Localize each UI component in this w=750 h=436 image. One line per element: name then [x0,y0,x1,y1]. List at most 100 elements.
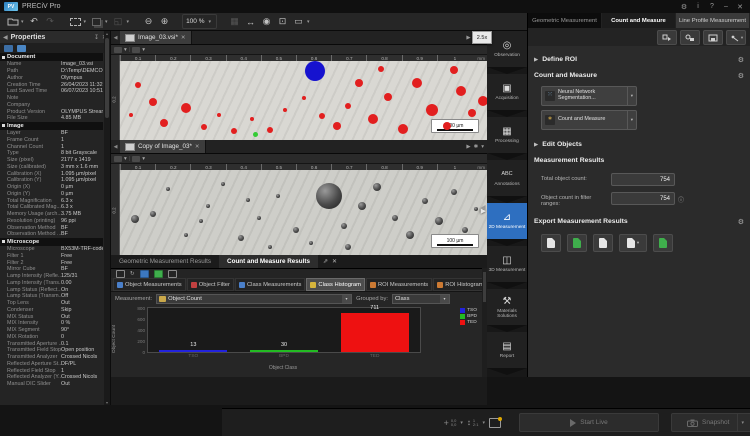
close-button[interactable]: ✕ [733,1,747,12]
viewer1-tab[interactable]: Image_03.vsi* ✕ [120,31,192,44]
open-in-excel-button[interactable] [653,234,673,252]
side-tab-annotations[interactable]: ABCAnnotations [487,160,527,196]
neural-network-segmentation-button[interactable]: ⁙ Neural Network Segmentation... ▾ [541,86,637,106]
properties-scrollbar[interactable]: ▴ ▾ [104,31,110,405]
display-chevron-icon[interactable]: ▾ [307,19,310,25]
transform-tool-button[interactable]: ◱ [111,15,126,29]
export-table-icon[interactable] [140,270,149,278]
start-live-button[interactable]: Start Live [519,413,659,432]
dropdown-arrow-icon[interactable]: ▾ [342,295,351,303]
actual-size-button[interactable]: ◉ [259,15,274,29]
options-chevron-icon[interactable]: ▾ [741,35,743,41]
viewer-tools-icon[interactable]: ✱ [474,144,479,150]
position-chevron-icon[interactable]: ▾ [460,420,463,426]
zoom-level-select[interactable]: 100 % ▾ [182,14,217,29]
pin-icon[interactable]: ↧ [94,34,99,41]
count-measure-gear-icon[interactable]: ⚙ [738,72,744,80]
edit-objects-section[interactable]: ▶ Edit Objects [534,138,744,151]
export-options-button[interactable]: ▾ [619,234,647,252]
open-chevron-icon[interactable]: ▾ [21,19,24,25]
cursor-position-control[interactable]: + 0,0 0,0 [444,418,457,428]
display-settings-button[interactable]: ▭ [291,15,306,29]
select-all-icon[interactable] [116,270,125,278]
expand-icon[interactable]: ▶ [534,142,538,148]
property-section-header[interactable]: Document [0,53,103,61]
subtab-roi-measurements[interactable]: ROI Measurements [366,278,432,291]
undo-button[interactable]: ↶ [27,15,42,29]
tab-geometric-measurement[interactable]: Geometric Measurement [528,13,602,28]
overlay-icon[interactable] [132,47,140,53]
nn-chevron-icon[interactable]: ▾ [627,87,633,105]
tab-line-profile-measurement[interactable]: Line Profile Measurement [676,13,750,28]
subtab-object-filter[interactable]: Object Filter [187,278,234,291]
share-results-button[interactable] [657,30,677,45]
close-results-icon[interactable]: ✕ [332,258,337,265]
snapshot-button[interactable]: Snapshot ▾ [671,413,750,432]
copy-results-icon[interactable] [168,270,177,278]
tab-scroll-left-icon[interactable]: ◀ [111,140,120,153]
subtab-roi-histogram[interactable]: ROI Histogram [433,278,487,291]
subtab-class-measurements[interactable]: Class Measurements [235,278,305,291]
export-to-excel-button[interactable] [567,234,587,252]
open-button[interactable] [5,15,20,29]
viewer-menu-icon[interactable]: ▾ [481,144,484,150]
properties-view-icon[interactable] [4,45,13,52]
zoom-out-button[interactable]: ⊖ [141,15,156,29]
help-icon[interactable]: ? [705,1,719,12]
subtab-object-measurements[interactable]: Object Measurements [113,278,186,291]
property-section-header[interactable]: Microscope [0,238,103,246]
side-tab-observation[interactable]: ◎Observation [487,31,527,67]
viewer-next-icon[interactable]: ▶ [466,35,470,41]
collapse-left-icon[interactable]: ◀ [3,34,8,41]
select-tool-button[interactable] [68,15,83,29]
select-chevron-icon[interactable]: ▾ [84,19,87,25]
layer-chevron-icon[interactable]: ▾ [124,156,127,162]
export-chevron-icon[interactable]: ▾ [637,240,639,246]
side-tab-meas3d[interactable]: ◫3D Measurement [487,246,527,282]
scroll-up-icon[interactable]: ▴ [104,31,110,36]
cm-chevron-icon[interactable]: ▾ [627,111,633,129]
transform-chevron-icon[interactable]: ▾ [127,19,130,25]
tab-scroll-left-icon[interactable]: ◀ [111,31,120,44]
settings-icon[interactable]: ⚙ [677,1,691,12]
define-roi-gear-icon[interactable]: ⚙ [738,56,744,64]
info-icon[interactable]: i [691,1,705,12]
measurement-select[interactable]: Object Count ▾ [156,294,352,304]
snapshot-chevron-icon[interactable]: ▾ [737,414,747,431]
side-tab-acquisition[interactable]: ▣Acquisition [487,74,527,110]
layer-icon[interactable] [114,47,122,53]
side-tab-processing[interactable]: ▦Processing [487,117,527,153]
expand-icon[interactable]: ▶ [534,57,538,63]
side-tab-report[interactable]: ▤Report [487,332,527,368]
export-to-report-button[interactable] [593,234,613,252]
dropdown-arrow-icon[interactable]: ▾ [440,295,449,303]
tab-count-measure-results[interactable]: Count and Measure Results [219,255,318,268]
side-tab-meas2d[interactable]: ⊿2D Measurement [487,203,527,239]
minimize-button[interactable]: – [719,1,733,12]
classify-button[interactable] [680,30,700,45]
fit-screen-button[interactable]: ⊡ [275,15,290,29]
define-roi-section[interactable]: ▶ Define ROI ⚙ [534,53,744,66]
properties-filter-icon[interactable] [17,45,26,52]
property-section-header[interactable]: Image [0,122,103,130]
side-tab-materials[interactable]: ⚒Materials Solutions [487,289,527,325]
scroll-down-icon[interactable]: ▾ [104,400,110,405]
strip-collapse-icon[interactable]: ◀ [481,204,486,211]
ratio-chevron-icon[interactable]: ▾ [482,420,485,426]
export-gear-icon[interactable]: ⚙ [738,218,744,226]
layer-icon[interactable] [114,156,122,162]
viewer-next-icon[interactable]: ▶ [466,144,470,150]
auto-options-button[interactable]: ▾ [726,30,746,45]
tab-close-icon[interactable]: ✕ [195,144,200,150]
tab-close-icon[interactable]: ✕ [181,35,186,41]
subtab-class-histogram[interactable]: Class Histogram [306,278,365,291]
zoom-in-button[interactable]: ⊕ [157,15,172,29]
save-settings-button[interactable] [703,30,723,45]
tab-geometric-results[interactable]: Geometric Measurement Results [111,255,219,268]
zoom-ratio-control[interactable]: ↕ 1 2:1 [467,418,479,427]
display-notification-icon[interactable] [489,418,501,428]
overlay-chevron-icon[interactable]: ▾ [142,156,145,162]
fit-width-button[interactable]: ↔ [243,15,258,29]
tab-count-and-measure[interactable]: Count and Measure [602,13,676,28]
excel-export-icon[interactable] [154,270,163,278]
